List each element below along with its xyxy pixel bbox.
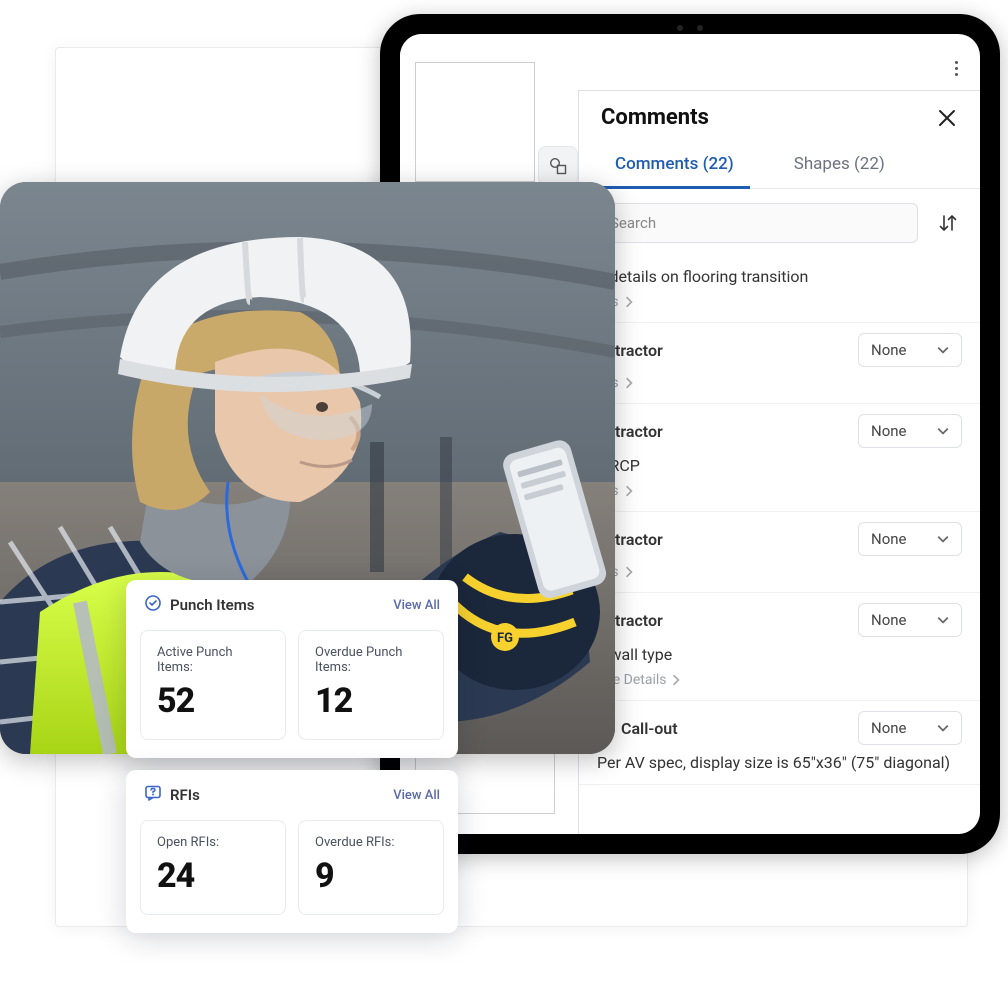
open-rfis-box[interactable]: Open RFIs: 24 [140,820,286,915]
panel-header: Comments [579,91,980,138]
tablet-camera [630,24,750,31]
details-link[interactable]: ails [597,375,962,391]
comment-item[interactable]: ontractor None e wall type See Details [579,593,980,701]
svg-text:FG: FG [497,631,513,646]
chevron-down-icon [937,722,949,734]
comment-text: e RCP [597,456,962,475]
card-title: RFIs [144,784,200,806]
comment-text: Per AV spec, display size is 65"x36" (75… [597,753,962,772]
drawing-page-outline [415,62,535,182]
details-link[interactable]: ails [597,483,962,499]
rfi-icon [144,784,162,802]
assignee-dropdown[interactable]: None [858,711,962,745]
close-button[interactable] [936,107,958,129]
chevron-down-icon [937,533,949,545]
view-all-link[interactable]: View All [393,598,440,613]
details-link[interactable]: See Details [597,672,962,688]
sort-icon [937,212,959,234]
assignee-dropdown[interactable]: None [858,414,962,448]
punch-items-card: Punch Items View All Active Punch Items:… [126,580,458,758]
shapes-icon [548,156,568,176]
panel-tabs: Comments (22) Shapes (22) [579,138,980,189]
comments-panel: Comments Comments (22) Shapes (22) Searc… [578,90,980,834]
more-menu-button[interactable] [944,56,968,80]
overdue-punch-box[interactable]: Overdue Punch Items: 12 [298,630,444,740]
assignee-dropdown[interactable]: None [858,603,962,637]
comment-item[interactable]: ontractor None ails [579,323,980,404]
chevron-right-icon [623,485,635,497]
card-title: Punch Items [144,594,254,616]
stat-label: Active Punch Items: [157,645,269,675]
panel-title: Comments [601,105,709,130]
sort-button[interactable] [934,209,962,237]
stat-label: Overdue RFIs: [315,835,427,850]
comment-text: e details on flooring transition [597,267,962,286]
stat-value: 24 [157,856,269,896]
active-punch-box[interactable]: Active Punch Items: 52 [140,630,286,740]
chevron-right-icon [623,296,635,308]
view-all-link[interactable]: View All [393,788,440,803]
stat-value: 9 [315,856,427,896]
chevron-right-icon [623,377,635,389]
comment-item[interactable]: e details on flooring transition ails [579,257,980,323]
tab-shapes[interactable]: Shapes (22) [788,144,891,188]
shape-tool-button[interactable] [538,146,578,186]
details-link[interactable]: ails [597,294,962,310]
details-link[interactable]: ails [597,564,962,580]
stat-value: 12 [315,681,427,721]
comment-item[interactable]: A Call-out None Per AV spec, display siz… [579,701,980,785]
assignee-dropdown[interactable]: None [858,522,962,556]
search-row: Search [579,189,980,257]
chevron-right-icon [623,566,635,578]
stat-label: Open RFIs: [157,835,269,850]
rfis-card: RFIs View All Open RFIs: 24 Overdue RFIs… [126,770,458,933]
comment-item[interactable]: ontractor None e RCP ails [579,404,980,512]
comment-item[interactable]: ontractor None ails [579,512,980,593]
tab-comments[interactable]: Comments (22) [609,144,740,188]
comments-list: e details on flooring transition ails on… [579,257,980,834]
comment-text: e wall type [597,645,962,664]
close-icon [938,109,956,127]
chevron-down-icon [937,425,949,437]
search-input[interactable]: Search [597,203,918,243]
punch-icon [144,594,162,612]
chevron-down-icon [937,614,949,626]
chevron-down-icon [937,344,949,356]
chevron-right-icon [670,674,682,686]
overdue-rfis-box[interactable]: Overdue RFIs: 9 [298,820,444,915]
stat-value: 52 [157,681,269,721]
stat-label: Overdue Punch Items: [315,645,427,675]
assignee-dropdown[interactable]: None [858,333,962,367]
